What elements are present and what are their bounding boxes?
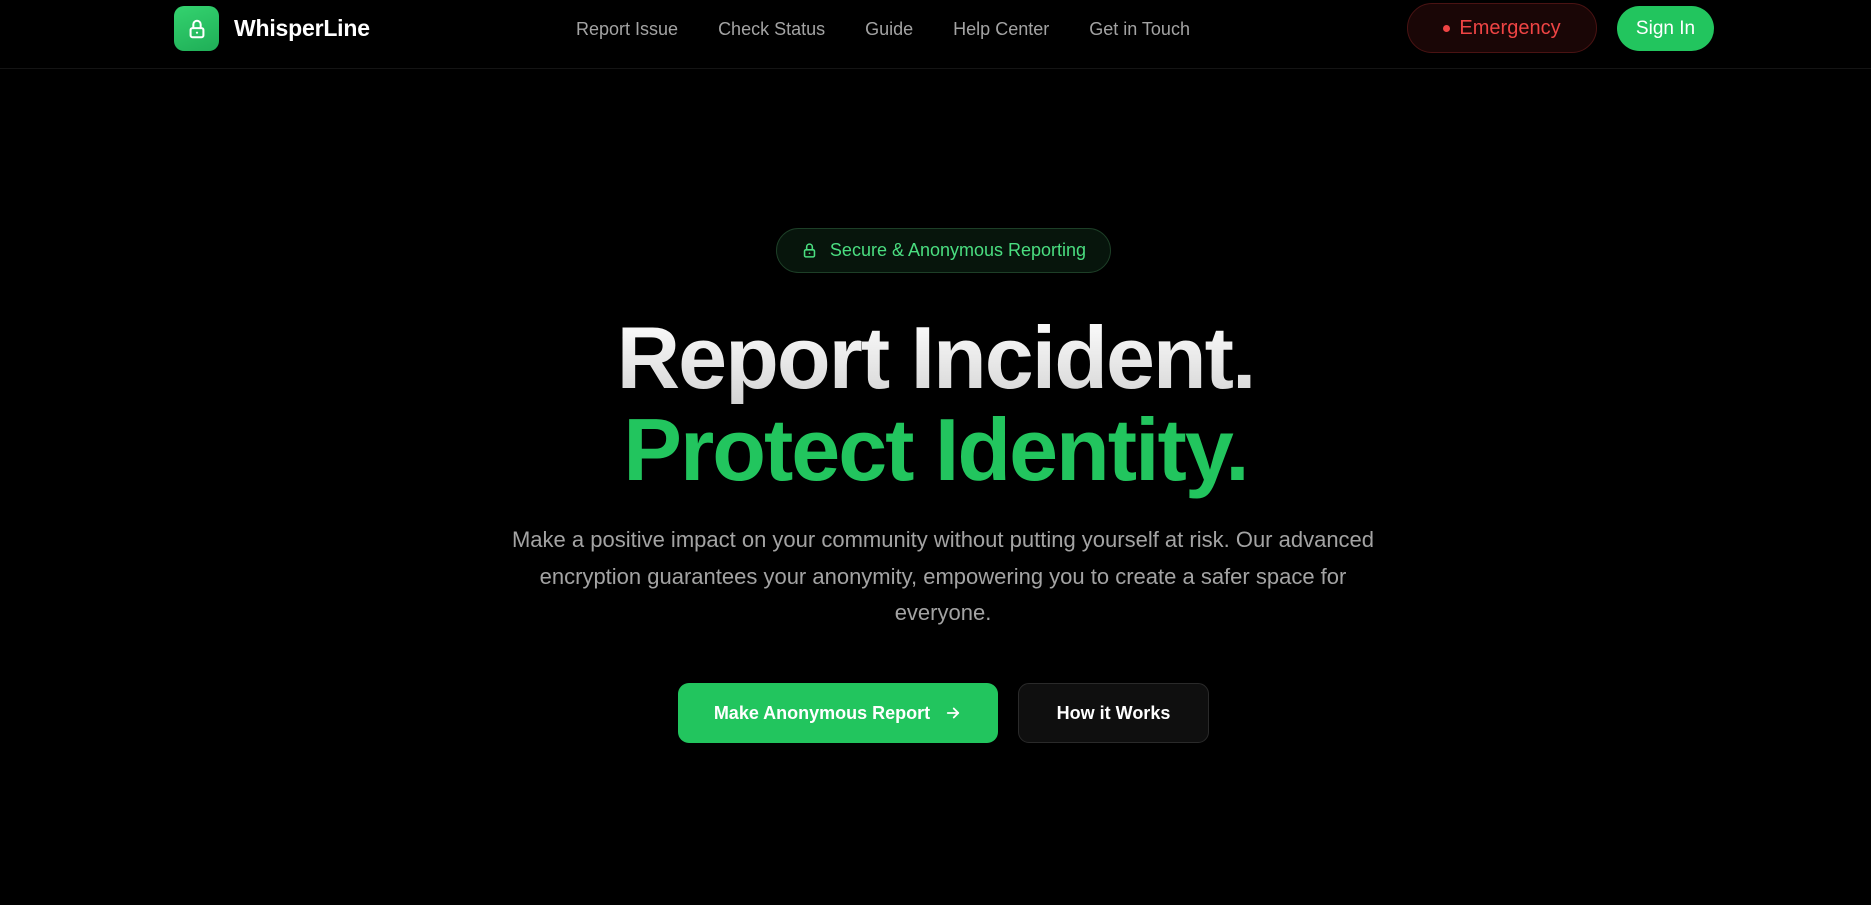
- emergency-button[interactable]: Emergency: [1407, 3, 1597, 53]
- brand-logo-link[interactable]: WhisperLine: [174, 6, 370, 51]
- alert-dot-icon: [1443, 24, 1451, 32]
- nav-link-guide[interactable]: Guide: [865, 19, 913, 40]
- main-nav: Report Issue Check Status Guide Help Cen…: [576, 16, 1190, 42]
- security-badge: Secure & Anonymous Reporting: [776, 228, 1111, 273]
- landing-page: WhisperLine Report Issue Check Status Gu…: [0, 0, 1871, 905]
- sign-in-button[interactable]: Sign In: [1617, 6, 1714, 51]
- cta-row: Make Anonymous Report How it Works: [678, 683, 1209, 743]
- how-it-works-button[interactable]: How it Works: [1018, 683, 1209, 743]
- badge-label: Secure & Anonymous Reporting: [829, 240, 1087, 260]
- make-anonymous-report-button[interactable]: Make Anonymous Report: [678, 683, 998, 743]
- hero-subtitle: Make a positive impact on your community…: [511, 527, 1375, 625]
- nav-link-report-issue[interactable]: Report Issue: [576, 19, 678, 40]
- nav-link-check-status[interactable]: Check Status: [718, 19, 825, 40]
- lock-icon: [174, 6, 219, 51]
- nav-link-get-in-touch[interactable]: Get in Touch: [1089, 19, 1190, 40]
- arrow-right-icon: [944, 704, 962, 722]
- lock-icon: [801, 242, 818, 259]
- emergency-label: Emergency: [1459, 16, 1561, 39]
- top-navigation-bar: WhisperLine Report Issue Check Status Gu…: [0, 0, 1871, 69]
- nav-link-help-center[interactable]: Help Center: [953, 19, 1049, 40]
- brand-name: WhisperLine: [234, 15, 370, 41]
- primary-cta-label: Make Anonymous Report: [713, 702, 931, 723]
- headline-line-1: Report Incident.: [0, 312, 1871, 404]
- headline-line-2: Protect Identity.: [623, 400, 1249, 499]
- hero-headline: Report Incident. Protect Identity.: [0, 312, 1871, 496]
